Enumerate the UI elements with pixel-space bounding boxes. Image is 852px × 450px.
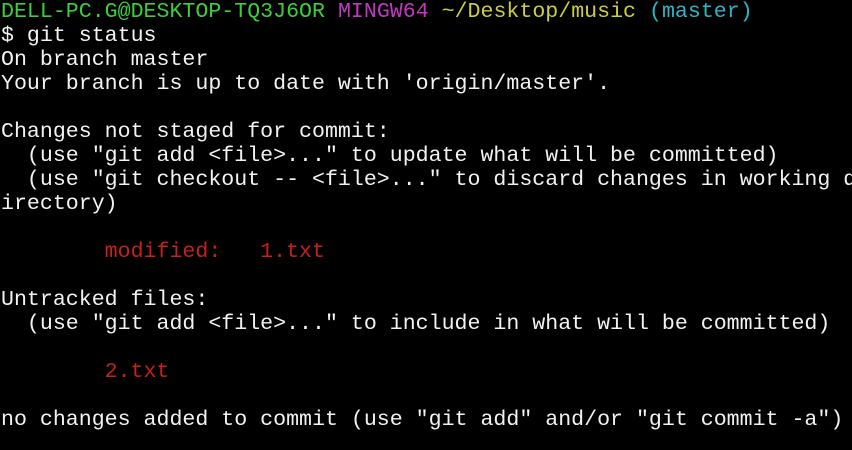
- untracked-file: 2.txt: [1, 360, 170, 384]
- branch-line: On branch master: [1, 48, 209, 72]
- unstaged-hint-checkout: (use "git checkout -- <file>..." to disc…: [1, 168, 852, 192]
- prompt-path: ~/Desktop/music: [441, 0, 637, 24]
- uptodate-line: Your branch is up to date with 'origin/m…: [1, 72, 611, 96]
- untracked-header: Untracked files:: [1, 288, 209, 312]
- terminal-window[interactable]: DELL-PC.G@DESKTOP-TQ3J6OR MINGW64 ~/Desk…: [0, 0, 852, 450]
- command-line: $ git status: [1, 24, 157, 48]
- modified-entry: modified: 1.txt: [1, 240, 852, 264]
- untracked-hint: (use "git add <file>..." to include in w…: [1, 312, 831, 336]
- prompt-user-host: DELL-PC.G@DESKTOP-TQ3J6OR: [1, 0, 325, 24]
- modified-label: modified:: [1, 240, 261, 264]
- prompt-shell: MINGW64: [337, 0, 429, 24]
- unstaged-hint-add: (use "git add <file>..." to update what …: [1, 144, 779, 168]
- unstaged-hint-checkout-wrap: irectory): [1, 192, 118, 216]
- unstaged-header: Changes not staged for commit:: [1, 120, 390, 144]
- prompt-branch: (master): [648, 0, 753, 24]
- summary-line: no changes added to commit (use "git add…: [1, 408, 844, 432]
- modified-file: 1.txt: [260, 240, 325, 264]
- prompt-line: DELL-PC.G@DESKTOP-TQ3J6OR MINGW64 ~/Desk…: [1, 0, 852, 24]
